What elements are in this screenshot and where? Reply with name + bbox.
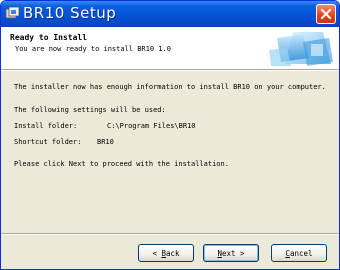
back-button[interactable]: < Back — [138, 244, 194, 262]
intro-text: The installer now has enough information… — [14, 83, 326, 91]
page-title: Ready to Install — [10, 33, 88, 42]
back-button-label: ack — [166, 248, 180, 258]
next-button-label: ext — [221, 248, 236, 258]
title-bar[interactable]: BR10 Setup — [1, 1, 339, 27]
close-x-icon — [320, 8, 332, 20]
page-subtitle: You are now ready to install BR10 1.0 — [15, 45, 171, 53]
header-panel: Ready to Install You are now ready to in… — [1, 27, 339, 69]
next-button-suffix: > — [235, 248, 245, 258]
installer-banner-graphic — [263, 28, 335, 68]
instruction-text: Please click Next to proceed with the in… — [14, 160, 229, 168]
shortcut-folder-label: Shortcut folder: — [14, 138, 82, 146]
window-title: BR10 Setup — [23, 4, 117, 22]
back-button-prefix: < — [152, 248, 162, 258]
shortcut-folder-value: BR10 — [97, 138, 114, 146]
install-folder-value: C:\Program Files\BR10 — [107, 122, 196, 130]
next-button[interactable]: Next > — [203, 244, 259, 262]
cancel-button-label: ancel — [289, 248, 313, 258]
header-divider — [1, 69, 339, 71]
install-folder-label: Install folder: — [14, 122, 78, 130]
setup-app-icon — [5, 6, 20, 21]
footer-divider — [1, 233, 339, 235]
setup-window: BR10 Setup Ready to Install You are now … — [0, 0, 340, 270]
settings-heading: The following settings will be used: — [14, 106, 166, 114]
cancel-button[interactable]: Cancel — [271, 244, 327, 262]
close-button[interactable] — [316, 4, 336, 24]
